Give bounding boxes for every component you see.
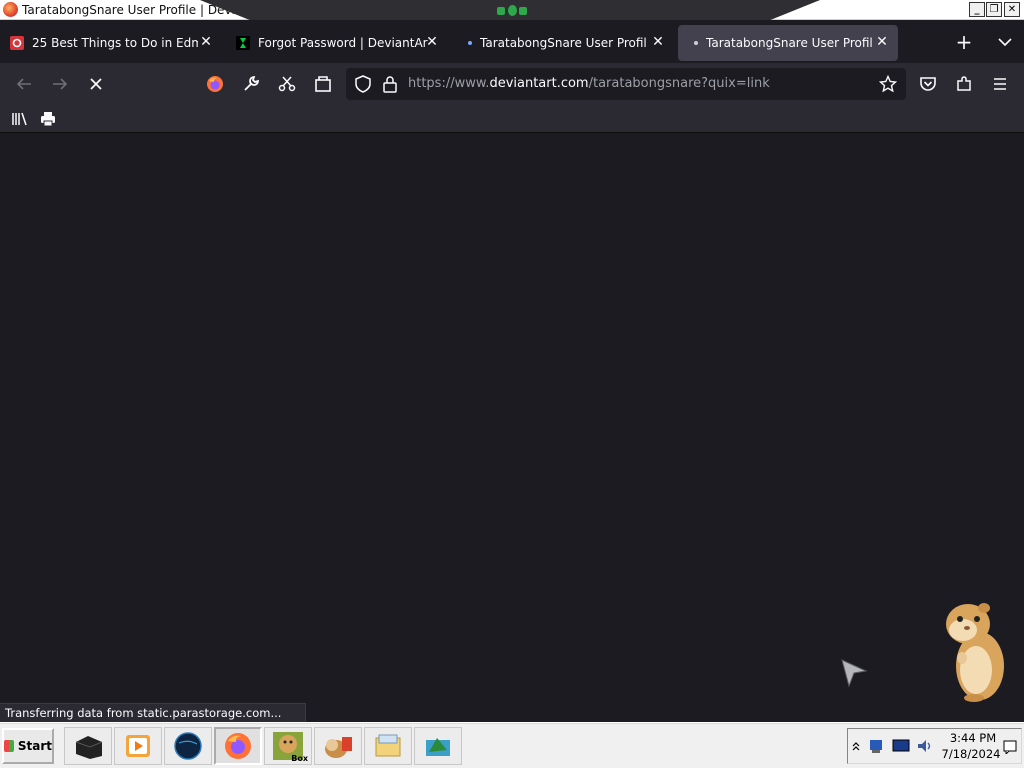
arrow-right-icon xyxy=(53,78,68,90)
tab-close-icon[interactable]: ✕ xyxy=(198,34,214,50)
wrench-icon xyxy=(244,76,259,91)
vm-icon xyxy=(426,738,450,756)
start-label: Start xyxy=(17,739,52,753)
hamster-desktop-pet[interactable] xyxy=(936,600,1006,704)
url-path: /taratabongsnare?quix=link xyxy=(588,76,770,91)
tab-label: Forgot Password | DeviantArt xyxy=(258,36,428,50)
mouse-cursor-icon xyxy=(841,659,868,688)
globe-icon xyxy=(174,732,202,760)
folder-icon xyxy=(375,734,401,757)
chevron-up-icon[interactable] xyxy=(851,740,861,752)
print-icon[interactable] xyxy=(39,110,57,132)
containers-button[interactable] xyxy=(311,72,335,96)
bookmarks-toolbar xyxy=(0,105,1024,133)
clock-time[interactable]: 3:44 PM xyxy=(948,731,998,745)
window-titlebar: TaratabongSnare User Profile | DeviantAr… xyxy=(0,0,1024,20)
close-icon xyxy=(90,78,102,90)
taskbar-vm-app[interactable] xyxy=(414,727,462,765)
url-text[interactable]: https://www.deviantart.com/taratabongsna… xyxy=(408,76,770,91)
puzzle-piece-icon xyxy=(957,76,971,91)
tools-button[interactable] xyxy=(239,72,263,96)
extensions-button[interactable] xyxy=(952,72,976,96)
loading-dot-icon xyxy=(694,41,698,45)
firefox-view-button[interactable] xyxy=(203,72,227,96)
status-bar: Transferring data from static.parastorag… xyxy=(0,703,306,722)
close-window-button[interactable]: ✕ xyxy=(1004,2,1020,17)
tab-strip: 25 Best Things to Do in Edmont ✕ Forgot … xyxy=(0,21,1024,63)
tab-label: 25 Best Things to Do in Edmont xyxy=(32,36,198,50)
scissors-icon xyxy=(278,76,296,92)
terminal-icon xyxy=(75,736,103,759)
pocket-button[interactable] xyxy=(916,72,940,96)
forward-button[interactable] xyxy=(48,72,72,96)
tab-taratabongsnare-profile-1[interactable]: TaratabongSnare User Profile | D ✕ xyxy=(452,25,674,61)
dog-icon xyxy=(325,737,352,758)
deviantart-favicon-icon xyxy=(10,36,24,50)
notification-icon[interactable] xyxy=(1003,740,1017,754)
tab-label: TaratabongSnare User Profile | D xyxy=(706,36,872,50)
firefox-icon xyxy=(225,733,251,759)
taskbar-globe-app[interactable] xyxy=(164,727,212,765)
tab-taratabongsnare-profile-2[interactable]: TaratabongSnare User Profile | D ✕ xyxy=(678,25,898,61)
navigation-toolbar: https://www.deviantart.com/taratabongsna… xyxy=(0,63,1024,105)
titlebar-gem-icon xyxy=(497,5,527,17)
firefox-window-icon xyxy=(3,2,18,17)
arrow-left-icon xyxy=(16,78,31,90)
url-domain: deviantart.com xyxy=(489,76,589,91)
start-button[interactable]: Start xyxy=(2,728,54,764)
url-bar[interactable]: https://www.deviantart.com/taratabongsna… xyxy=(346,68,906,100)
box-app-label: Box xyxy=(291,754,308,763)
shield-icon[interactable] xyxy=(354,75,372,97)
bookmark-star-icon[interactable] xyxy=(878,74,898,97)
firefox-icon xyxy=(207,76,223,92)
stop-loading-button[interactable] xyxy=(84,72,108,96)
taskbar-box-app[interactable]: Box xyxy=(264,727,312,765)
loading-dot-icon xyxy=(468,41,472,45)
container-icon xyxy=(315,76,331,92)
start-flag-icon xyxy=(4,740,14,752)
taskbar-media-player-app[interactable] xyxy=(114,727,162,765)
screenshot-button[interactable] xyxy=(275,72,299,96)
page-content[interactable] xyxy=(0,133,1024,722)
chevron-down-icon xyxy=(998,38,1012,47)
app-menu-button[interactable] xyxy=(988,72,1012,96)
tab-label: TaratabongSnare User Profile | D xyxy=(480,36,646,50)
taskbar-terminal-app[interactable] xyxy=(64,727,112,765)
list-all-tabs-button[interactable] xyxy=(994,31,1016,53)
minimize-button[interactable]: _ xyxy=(969,2,985,17)
media-player-icon xyxy=(126,735,150,757)
tab-best-things-edmonton[interactable]: 25 Best Things to Do in Edmont ✕ xyxy=(0,25,222,61)
taskbar: Start Box xyxy=(0,722,1024,768)
url-prefix: https://www. xyxy=(408,76,490,91)
back-button[interactable] xyxy=(12,72,36,96)
taskbar-firefox-app[interactable] xyxy=(214,727,262,765)
restore-button[interactable]: ❐ xyxy=(986,2,1002,17)
new-tab-button[interactable]: + xyxy=(953,31,975,53)
tab-close-icon[interactable]: ✕ xyxy=(424,34,440,50)
hamburger-menu-icon xyxy=(994,78,1006,90)
lock-icon[interactable] xyxy=(382,75,398,97)
clock-date[interactable]: 7/18/2024 xyxy=(940,747,1002,761)
display-icon[interactable] xyxy=(892,738,910,754)
tab-close-icon[interactable]: ✕ xyxy=(650,34,666,50)
taskbar-dog-app[interactable] xyxy=(314,727,362,765)
pocket-icon xyxy=(920,77,936,91)
deviantart-logo-icon xyxy=(236,36,250,50)
tab-close-icon[interactable]: ✕ xyxy=(874,34,890,50)
taskbar-folder-app[interactable] xyxy=(364,727,412,765)
volume-icon[interactable] xyxy=(916,738,934,754)
network-icon[interactable] xyxy=(868,738,884,754)
library-icon[interactable] xyxy=(11,110,29,132)
tab-forgot-password[interactable]: Forgot Password | DeviantArt ✕ xyxy=(226,25,448,61)
